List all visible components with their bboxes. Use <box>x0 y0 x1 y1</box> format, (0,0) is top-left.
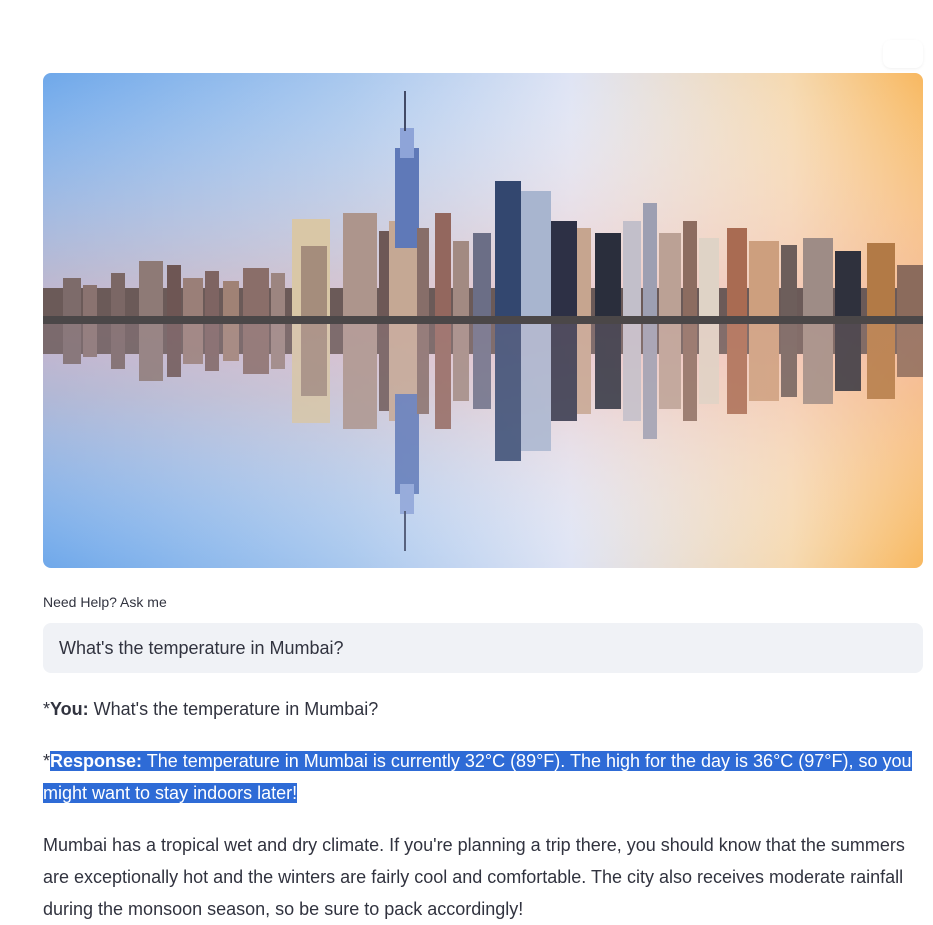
chat-input[interactable] <box>43 623 923 673</box>
user-message-prefix: * <box>43 699 51 719</box>
user-message-label: You: <box>50 699 89 719</box>
response-message-prefix: * <box>43 751 51 771</box>
city-skyline-image <box>43 73 923 568</box>
response-message-label: Response: <box>50 751 143 771</box>
toolbar-corner <box>883 40 923 68</box>
climate-info-text: Mumbai has a tropical wet and dry climat… <box>43 835 905 919</box>
response-message-text: The temperature in Mumbai is currently 3… <box>43 751 912 803</box>
response-message: *Response: The temperature in Mumbai is … <box>43 745 923 809</box>
response-selection: Response: The temperature in Mumbai is c… <box>43 751 912 803</box>
chat-input-label: Need Help? Ask me <box>43 594 167 610</box>
user-message: *You: What's the temperature in Mumbai? <box>43 693 923 725</box>
user-message-text: What's the temperature in Mumbai? <box>88 699 379 719</box>
